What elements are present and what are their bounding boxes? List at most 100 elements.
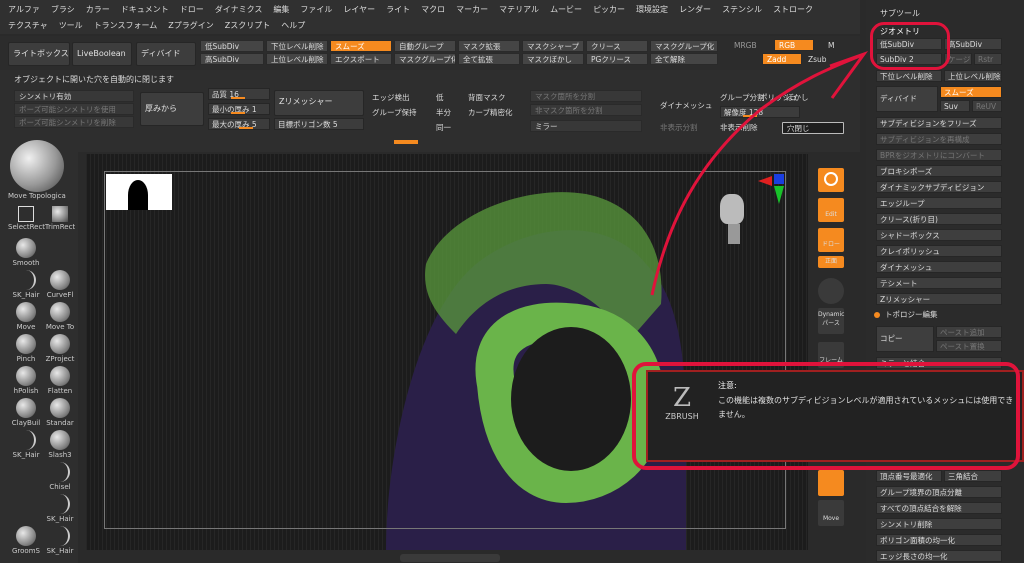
geometry-item-proxypose[interactable]: ブロキシポーズ [876,165,1002,177]
reconstruct-subdiv-button[interactable]: サブディビジョンを再構成 [876,133,1002,145]
zremesher-button[interactable]: Zリメッシャー [274,90,364,116]
menu-light[interactable]: ライト [386,4,410,15]
auto-groups-button[interactable]: 自動グループ [394,40,456,52]
high-subdiv-button[interactable]: 高SubDiv [200,53,264,65]
resolution-slider[interactable]: 解像度 128 [720,106,800,118]
brush-standard[interactable]: Standar [42,398,78,427]
split-masked-button[interactable]: マスク箇所を分割 [530,90,642,102]
quality-slider[interactable]: 品質 16 [208,88,270,100]
blur-button[interactable]: ぼかし [786,92,809,103]
menu-draw[interactable]: ドロー [180,4,204,15]
low-subdiv-button[interactable]: 低SubDiv [200,40,264,52]
divide-button[interactable]: ディバイド [136,42,196,66]
brush-flatten[interactable]: Flatten [42,366,78,395]
brush-zproject[interactable]: ZProject [42,334,78,363]
delete-symmetry-button[interactable]: シンメトリ削除 [876,518,1002,530]
paste-append-button[interactable]: ペースト追加 [936,326,1002,338]
brush-sk-hair-4[interactable]: SK_Hair [42,526,78,555]
edge-loop-button[interactable]: エッジ検出 [372,92,410,103]
menu-alpha[interactable]: アルファ [8,4,40,15]
menu-preferences[interactable]: 環境設定 [636,4,668,15]
current-brush-thumbnail[interactable] [10,140,64,192]
resolution-knob[interactable] [743,115,757,117]
delete-hidden-button[interactable]: 非表示削除 [720,122,758,133]
brush-sk-hair-2[interactable]: SK_Hair [8,430,44,459]
group-split-button[interactable]: グループ分割 [720,92,765,103]
brush-curvefl[interactable]: CurveFl [42,270,78,299]
brush-pinch[interactable]: Pinch [8,334,44,363]
menu-zscript[interactable]: Zスクリプト [225,20,270,31]
mrgb-button[interactable]: MRGB [734,41,757,50]
brush-chisel[interactable]: Chisel [42,462,78,491]
unweld-all-button[interactable]: すべての頂点結合を解除 [876,502,1002,514]
delete-higher-button-panel[interactable]: 上位レベル削除 [944,70,1002,82]
subtool-title[interactable]: サブツール [880,8,920,19]
mirror-button[interactable]: ミラー [530,120,642,132]
liveboolean-button[interactable]: LiveBoolean [72,42,132,66]
suv-toggle[interactable]: Suv [940,100,970,112]
geometry-item-edit-topology[interactable]: トポロジー編集 [882,309,1002,321]
geometry-item-zremesher[interactable]: Zリメッシャー [876,293,1002,305]
close-holes-button[interactable]: 穴閉じ [782,122,844,134]
zsub-button[interactable]: Zsub [808,55,827,64]
brush-selectrect[interactable]: SelectRect [8,206,45,231]
convert-bpr-button[interactable]: BPRをジオメトリにコンバート [876,149,1002,161]
menu-render[interactable]: レンダー [679,4,711,15]
max-thickness-slider[interactable]: 最大の厚み 5 [208,118,270,130]
divide-button-panel[interactable]: ディバイド [876,86,938,112]
menu-stencil[interactable]: ステンシル [722,4,762,15]
menu-brush[interactable]: ブラシ [51,4,75,15]
uncrease-all-button[interactable]: 全て解除 [650,53,718,65]
m-button[interactable]: M [828,41,834,50]
symmetry-toggle[interactable]: シンメトリ有効 [14,90,134,102]
high-subdiv-button-panel[interactable]: 高SubDiv [944,38,1002,50]
brush-claybuildup[interactable]: ClayBuil [8,398,44,427]
low-button[interactable]: 低 [436,92,444,103]
paste-replace-button[interactable]: ペースト置換 [936,340,1002,352]
delete-higher-button[interactable]: 上位レベル削除 [266,53,328,65]
brush-trimrect[interactable]: TrimRect [42,206,78,231]
menu-color[interactable]: カラー [86,4,110,15]
dynamic-perspective-button[interactable]: Dynamic パース [818,308,844,334]
quality-slider-knob[interactable] [231,97,245,99]
blur-mask-button[interactable]: マスクぼかし [522,53,584,65]
edit-button[interactable]: Edit [818,198,844,222]
brush-smooth[interactable]: Smooth [8,238,44,267]
menu-texture[interactable]: テクスチャ [8,20,48,31]
smooth-toggle-panel[interactable]: スムーズ [940,86,1002,98]
delete-lower-button-panel[interactable]: 下位レベル削除 [876,70,942,82]
sharpen-mask-button[interactable]: マスクシャープ [522,40,584,52]
dynamesh-button[interactable]: ダイナメッシュ [660,100,712,111]
from-thickness-button[interactable]: 厚みから [140,92,204,126]
menu-dynamics[interactable]: ダイナミクス [215,4,263,15]
rgb-button[interactable]: RGB [774,39,814,51]
geometry-item-edgeloop[interactable]: エッジループ [876,197,1002,209]
pg-crease-button[interactable]: PGクリース [586,53,648,65]
equalize-edge-length-button[interactable]: エッジ長さの均一化 [876,550,1002,562]
menu-document[interactable]: ドキュメント [121,4,169,15]
brush-grooms[interactable]: GroomS [8,526,44,555]
move-view-button[interactable]: Move [818,500,844,526]
grow-all-button[interactable]: 全て拡張 [458,53,520,65]
split-hidden-button[interactable]: 非表示分割 [660,122,698,133]
target-polys-slider[interactable]: 目標ポリゴン数 5 [274,118,364,130]
menu-marker[interactable]: マーカー [456,4,488,15]
menu-layer[interactable]: レイヤー [343,4,375,15]
group-keep-button[interactable]: グループ保持 [372,107,417,118]
menu-picker[interactable]: ピッカー [593,4,625,15]
brush-move-topological[interactable]: Move Topologica [8,192,78,200]
smooth-button[interactable]: スムーズ [330,40,392,52]
menu-stroke[interactable]: ストローク [773,4,813,15]
brush-slash3[interactable]: Slash3 [42,430,78,459]
front-button[interactable]: 正面 [818,256,844,268]
min-thickness-knob[interactable] [231,112,245,114]
mask-polygroups-button[interactable]: マスクグループ化 [650,40,718,52]
menu-macro[interactable]: マクロ [421,4,445,15]
menu-zplugin[interactable]: Zプラグイン [168,20,213,31]
crease-button[interactable]: クリース [586,40,648,52]
geometry-item-dynamesh[interactable]: ダイナメッシュ [876,261,1002,273]
geometry-item-shadowbox[interactable]: シャドーボックス [876,229,1002,241]
pose-symmetry-button[interactable]: ポーズ可能シンメトリを使用 [14,103,134,115]
menu-tool[interactable]: ツール [59,20,83,31]
lightbox-button[interactable]: ライトボックス [8,42,70,66]
